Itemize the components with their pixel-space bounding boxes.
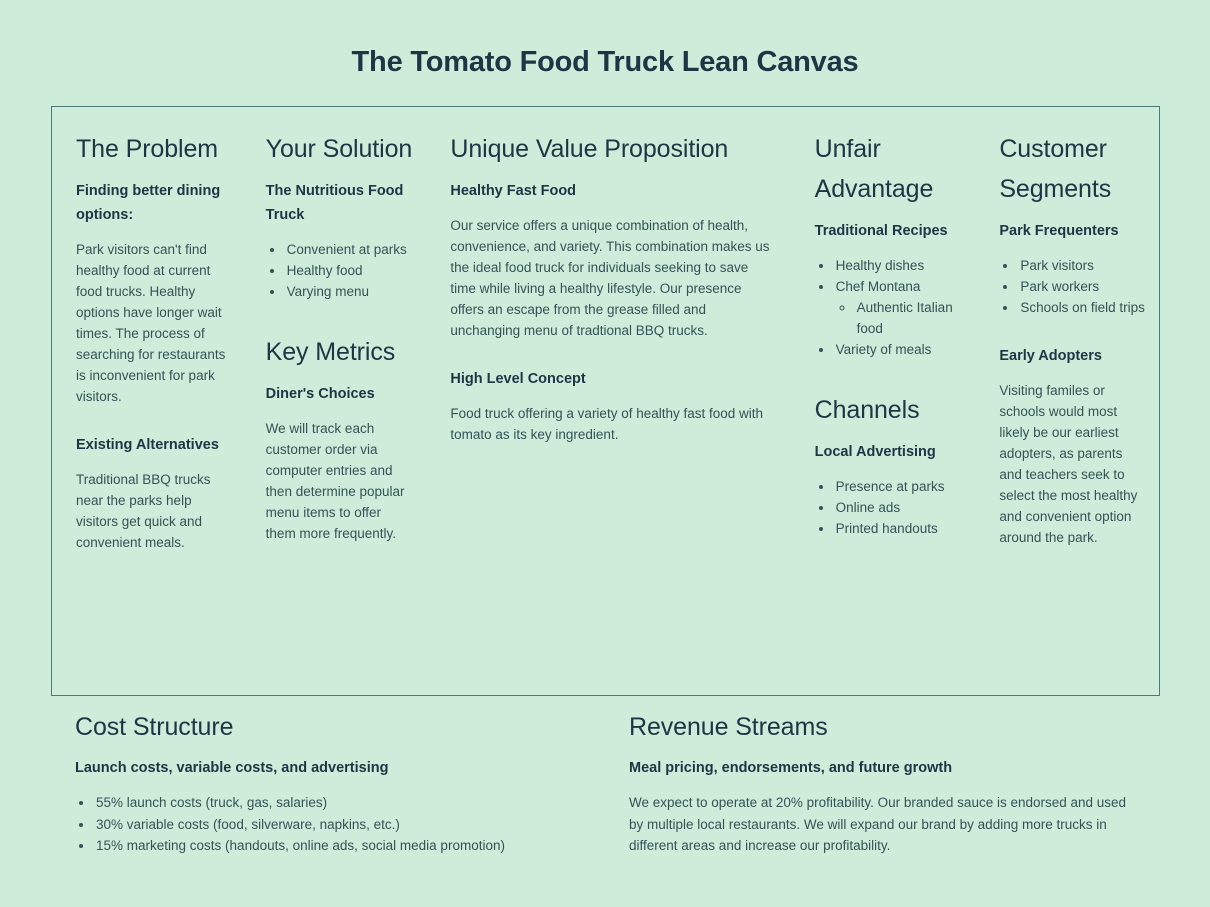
canvas-block-customer-segments: Customer Segments Park Frequenters Park … xyxy=(975,129,1159,548)
revenue-streams-subtitle: Meal pricing, endorsements, and future g… xyxy=(629,760,953,776)
unfair-advantage-subtitle: Traditional Recipes xyxy=(814,223,948,239)
list-item: Healthy food xyxy=(285,260,413,281)
problem-body: Park visitors can't find healthy food at… xyxy=(76,242,226,404)
high-level-concept-body: Food truck offering a variety of healthy… xyxy=(450,406,764,442)
list-item: Schools on field trips xyxy=(1018,297,1145,318)
early-adopters-body: Visiting familes or schools would most l… xyxy=(999,383,1138,545)
canvas-block-uvp: Unique Value Proposition Healthy Fast Fo… xyxy=(426,129,790,445)
existing-alternatives-body: Traditional BBQ trucks near the parks he… xyxy=(76,472,211,550)
canvas-block-solution: Your Solution The Nutritious Food Truck … xyxy=(242,129,427,544)
list-item: 55% launch costs (truck, gas, salaries) xyxy=(94,792,585,814)
uvp-body: Our service offers a unique combination … xyxy=(450,218,770,338)
unfair-advantage-bullet-list: Healthy dishes Chef Montana Authentic It… xyxy=(815,255,962,360)
revenue-streams-title: Revenue Streams xyxy=(629,713,828,741)
key-metrics-title: Key Metrics xyxy=(265,338,396,366)
uvp-subtitle: Healthy Fast Food xyxy=(450,183,577,199)
unfair-advantage-title: Unfair Advantage xyxy=(814,135,934,203)
customer-segments-title: Customer Segments xyxy=(999,135,1112,203)
bottom-sections: Cost Structure Launch costs, variable co… xyxy=(51,712,1160,857)
list-item: 30% variable costs (food, silverware, na… xyxy=(94,814,585,836)
key-metrics-subtitle: Diner's Choices xyxy=(265,386,375,402)
page-title: The Tomato Food Truck Lean Canvas xyxy=(351,46,859,78)
problem-title: The Problem xyxy=(76,135,219,163)
high-level-concept-title: High Level Concept xyxy=(450,371,586,387)
list-item: Park visitors xyxy=(1018,255,1145,276)
canvas-block-cost-structure: Cost Structure Launch costs, variable co… xyxy=(51,712,605,857)
solution-subtitle: The Nutritious Food Truck xyxy=(265,183,404,223)
list-item: Online ads xyxy=(834,497,962,518)
unfair-advantage-sub-bullet-list: Authentic Italian food xyxy=(836,297,962,339)
cost-structure-title: Cost Structure xyxy=(75,713,234,741)
list-item: Authentic Italian food xyxy=(855,297,962,339)
solution-title: Your Solution xyxy=(265,135,413,163)
lean-canvas-grid: The Problem Finding better dining option… xyxy=(51,106,1160,696)
existing-alternatives-title: Existing Alternatives xyxy=(76,437,219,453)
canvas-block-unfair-advantage: Unfair Advantage Traditional Recipes Hea… xyxy=(791,129,976,539)
channels-title: Channels xyxy=(814,396,920,424)
list-item: Variety of meals xyxy=(834,339,962,360)
canvas-block-revenue-streams: Revenue Streams Meal pricing, endorsemen… xyxy=(605,712,1160,857)
lean-canvas-page: The Tomato Food Truck Lean Canvas The Pr… xyxy=(0,0,1210,907)
solution-bullet-list: Convenient at parks Healthy food Varying… xyxy=(266,239,413,302)
list-item: Presence at parks xyxy=(834,476,962,497)
list-item: Convenient at parks xyxy=(285,239,413,260)
canvas-block-problem: The Problem Finding better dining option… xyxy=(52,129,242,553)
list-item: Park workers xyxy=(1018,276,1145,297)
list-item: Healthy dishes xyxy=(834,255,962,276)
revenue-streams-body: We expect to operate at 20% profitabilit… xyxy=(629,795,1127,853)
cost-structure-subtitle: Launch costs, variable costs, and advert… xyxy=(75,760,389,776)
uvp-title: Unique Value Proposition xyxy=(450,135,729,163)
early-adopters-title: Early Adopters xyxy=(999,348,1102,364)
list-item: Chef Montana Authentic Italian food xyxy=(834,276,962,339)
list-item: 15% marketing costs (handouts, online ad… xyxy=(94,835,585,857)
key-metrics-body: We will track each customer order via co… xyxy=(265,421,405,541)
customer-segments-subtitle: Park Frequenters xyxy=(999,223,1119,239)
problem-subtitle: Finding better dining options: xyxy=(76,183,221,223)
customer-segments-bullet-list: Park visitors Park workers Schools on fi… xyxy=(999,255,1145,318)
list-item: Printed handouts xyxy=(834,518,962,539)
cost-structure-bullet-list: 55% launch costs (truck, gas, salaries) … xyxy=(75,792,585,857)
channels-subtitle: Local Advertising xyxy=(814,444,936,460)
list-item: Varying menu xyxy=(285,281,413,302)
list-item-label: Chef Montana xyxy=(835,279,921,294)
channels-bullet-list: Presence at parks Online ads Printed han… xyxy=(815,476,962,539)
